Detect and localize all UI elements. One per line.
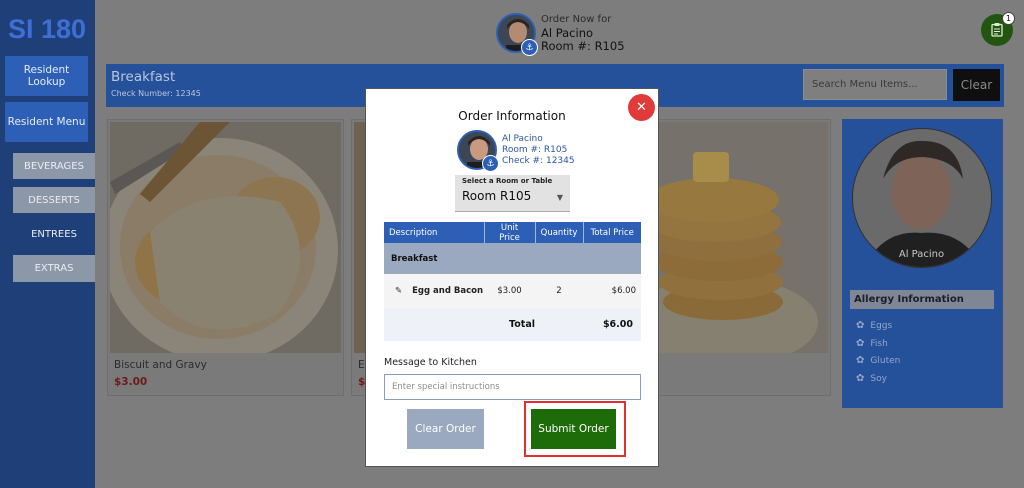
allergy-item-label: Fish [870,338,888,349]
total-row: Total $6.00 [384,308,641,341]
biscuit-gravy-image [110,122,341,353]
room-select[interactable]: Select a Room or Table Room R105 ▼ [455,175,570,212]
menu-card-name: Biscuit and Gravy [114,359,207,371]
order-table: Description Unit Price Quantity Total Pr… [384,222,641,341]
dining-badge-icon: ⚓ [482,155,499,172]
message-label: Message to Kitchen [384,357,477,368]
category-entrees[interactable]: ENTREES [13,221,95,247]
sidebar: SI 180 Resident Lookup Resident Menu BEV… [0,0,95,488]
allergy-item-label: Eggs [870,320,893,331]
section-row: Breakfast [384,243,641,274]
room-select-value: Room R105 [462,189,532,203]
clear-order-button[interactable]: Clear Order [407,409,484,449]
allergy-item: ✿ Eggs [856,320,892,331]
allergy-item: ✿ Gluten [856,355,900,366]
resident-photo [852,128,992,268]
close-icon[interactable]: ✕ [628,94,655,121]
table-header-row: Description Unit Price Quantity Total Pr… [384,222,641,243]
item-description-cell: ✎ Egg and Bacon [384,274,484,308]
item-quantity: 2 [535,274,583,308]
allergy-heading: Allergy Information [850,290,994,309]
total-label: Total [384,308,535,341]
clear-search-button[interactable]: Clear [953,69,1000,101]
modal-check: Check #: 12345 [502,156,575,166]
allergy-item-label: Soy [870,373,887,384]
col-description: Description [384,222,485,243]
menu-card-price: $3.00 [114,376,148,388]
header-resident-name: Al Pacino [541,25,594,40]
order-count-badge: 1 [1002,12,1015,25]
allergen-icon: ✿ [856,320,865,331]
allergy-resident-name: Al Pacino [898,249,945,260]
allergy-panel: Al Pacino Allergy Information ✿ Eggs ✿ Fis… [842,119,1003,408]
col-total-price: Total Price [583,222,641,243]
check-number: Check Number: 12345 [111,89,201,98]
allergy-item: ✿ Soy [856,373,887,384]
pancakes-image [653,122,828,353]
dining-badge-icon: ⚓ [521,39,538,56]
message-input[interactable]: Enter special instructions [384,374,641,400]
app-logo: SI 180 [8,14,87,44]
category-desserts[interactable]: DESSERTS [13,187,95,213]
order-information-modal: Order Information ✕ ⚓ Al Pacino Room #: … [365,88,659,467]
allergen-icon: ✿ [856,373,865,384]
category-extras[interactable]: EXTRAS [13,255,95,282]
item-unit-price: $3.00 [484,274,535,308]
allergen-icon: ✿ [856,338,865,349]
table-row: ✎ Egg and Bacon $3.00 2 $6.00 [384,274,641,308]
item-total-price: $6.00 [583,274,641,308]
modal-resident-info: Al Pacino Room #: R105 Check #: 12345 [502,134,575,167]
resident-menu-button[interactable]: Resident Menu [5,102,88,142]
allergen-icon: ✿ [856,355,865,366]
col-quantity: Quantity [535,222,584,243]
item-description: Egg and Bacon [412,286,484,296]
total-spacer [535,308,583,341]
allergy-item: ✿ Fish [856,338,888,349]
col-unit-price: Unit Price [484,222,536,243]
header-room: Room #: R105 [541,39,625,53]
app-root: SI 180 Resident Lookup Resident Menu BEV… [0,0,1024,488]
resident-lookup-button[interactable]: Resident Lookup [5,56,88,96]
modal-title: Order Information [458,109,566,123]
chevron-down-icon: ▼ [556,193,563,202]
order-now-for-label: Order Now for [541,14,612,25]
submit-order-button[interactable]: Submit Order [531,409,616,449]
menu-card[interactable] [650,119,831,396]
modal-resident-name: Al Pacino [502,134,543,144]
total-value: $6.00 [583,308,641,341]
menu-card[interactable]: Biscuit and Gravy $3.00 [107,119,344,396]
header-resident-info: Order Now for Al Pacino Room #: R105 [541,13,625,54]
category-beverages[interactable]: BEVERAGES [13,153,95,179]
room-select-label: Select a Room or Table [462,177,553,185]
allergy-item-label: Gluten [870,355,901,366]
section-label: Breakfast [384,243,641,274]
search-input[interactable]: Search Menu Items... [803,69,947,100]
edit-icon[interactable]: ✎ [395,286,402,296]
modal-room: Room #: R105 [502,145,568,155]
menu-title: Breakfast [111,69,176,85]
